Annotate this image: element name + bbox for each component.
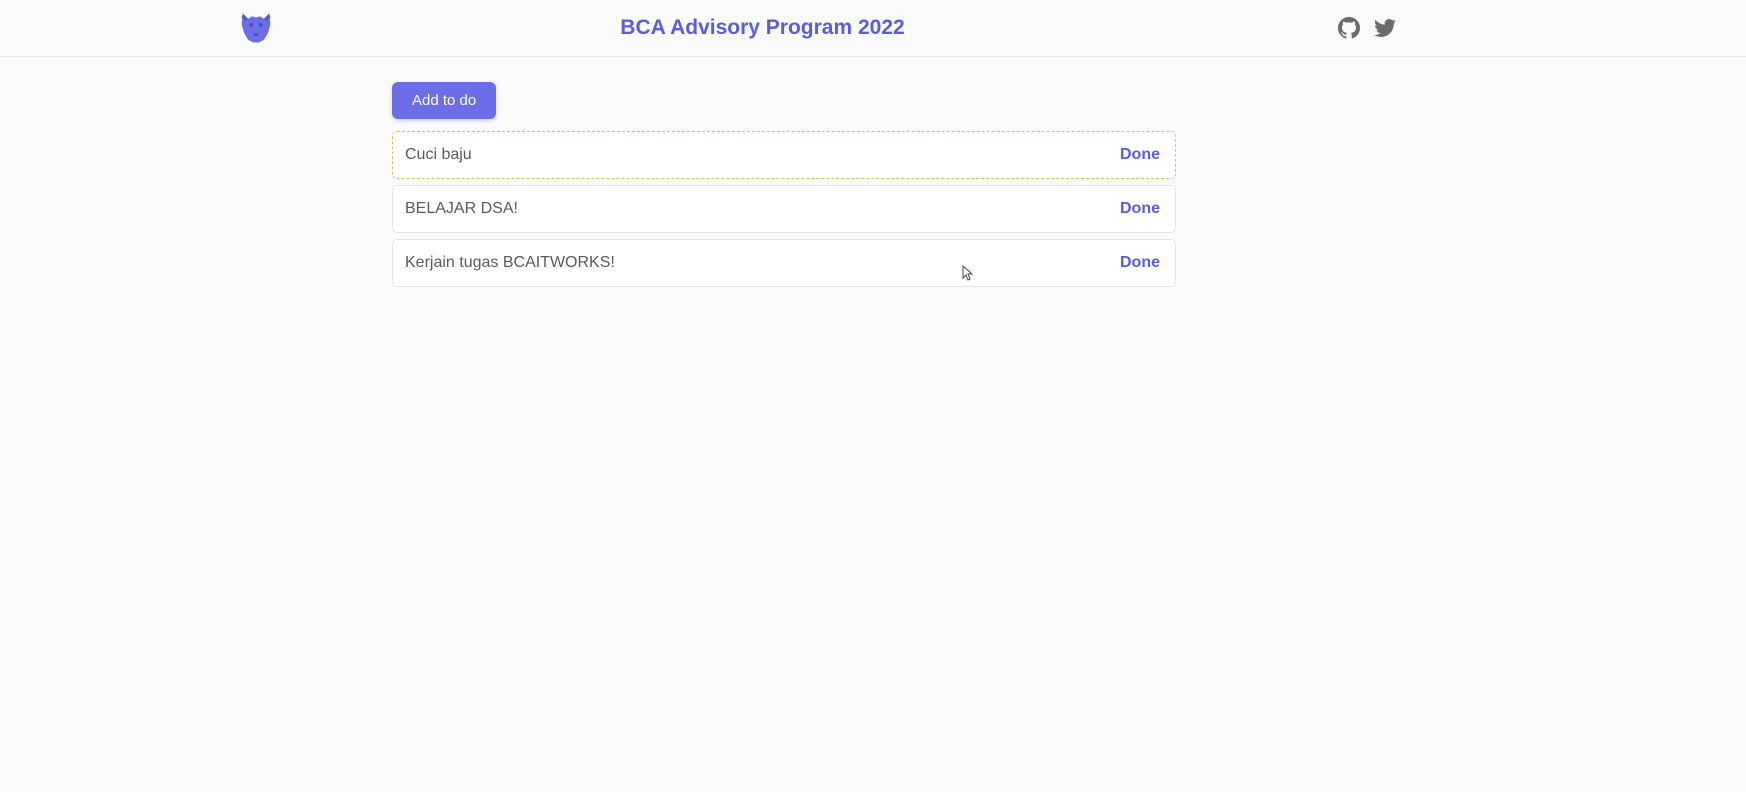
header: BCA Advisory Program 2022 <box>0 0 1746 57</box>
page-title: BCA Advisory Program 2022 <box>187 16 1338 40</box>
header-right <box>1338 17 1396 39</box>
main-content: Add to do Cuci baju Done BELAJAR DSA! Do… <box>0 57 1746 312</box>
github-icon[interactable] <box>1338 17 1360 39</box>
header-left: BCA Advisory Program 2022 <box>60 7 1338 49</box>
todo-text: BELAJAR DSA! <box>405 200 518 218</box>
todo-item: Cuci baju Done <box>392 131 1176 179</box>
done-button[interactable]: Done <box>1120 146 1160 164</box>
todo-container: Add to do Cuci baju Done BELAJAR DSA! Do… <box>392 82 1176 287</box>
twitter-icon[interactable] <box>1374 17 1396 39</box>
done-button[interactable]: Done <box>1120 254 1160 272</box>
todo-item: BELAJAR DSA! Done <box>392 185 1176 233</box>
todo-item: Kerjain tugas BCAITWORKS! Done <box>392 239 1176 287</box>
todo-text: Cuci baju <box>405 146 472 164</box>
done-button[interactable]: Done <box>1120 200 1160 218</box>
todo-list: Cuci baju Done BELAJAR DSA! Done Kerjain… <box>392 131 1176 287</box>
add-todo-button[interactable]: Add to do <box>392 82 496 119</box>
todo-text: Kerjain tugas BCAITWORKS! <box>405 254 615 272</box>
